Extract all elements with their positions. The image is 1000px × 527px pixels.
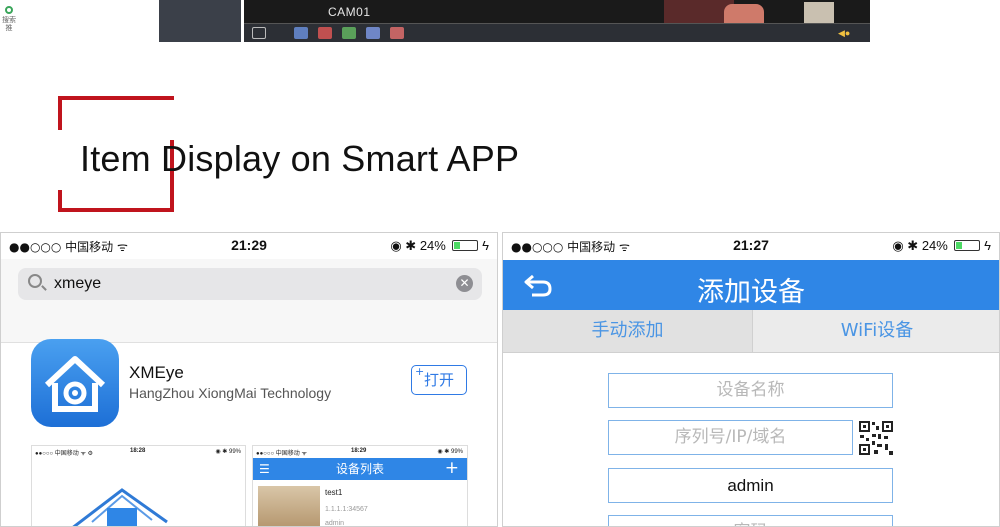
app-developer: HangZhou XiongMai Technology: [129, 385, 332, 401]
add-device-screenshot: ●●○○○ 中国移动 ᯤ 21:27 ◉ ✱ 24% ϟ 添加设备 手动添加 W…: [502, 232, 1000, 527]
open-app-button[interactable]: + 打开: [411, 365, 467, 395]
mini-battery: ◉ ✱ 99%: [437, 449, 463, 455]
mini-time: 18:29: [351, 448, 367, 454]
mini-widget-label: 搜索推: [2, 16, 16, 32]
tab-wifi-device[interactable]: WiFi设备: [752, 310, 999, 352]
serial-field[interactable]: 序列号/IP/域名: [608, 420, 853, 455]
device-list-header: ☰ 设备列表 +: [253, 458, 467, 480]
plus-icon: +: [415, 365, 425, 378]
snapshot-icon[interactable]: [318, 27, 332, 39]
password-field[interactable]: 密码: [608, 515, 893, 526]
mini-status-bar: ●●○○○ 中国移动 ᯤ 18:29 ◉ ✱ 99%: [253, 446, 467, 458]
bracket-gap: [140, 100, 180, 140]
device-thumbnail: [258, 486, 320, 526]
nav-bar: 添加设备: [503, 260, 999, 310]
app-result-row[interactable]: XMEye HangZhou XiongMai Technology + 打开: [1, 329, 497, 439]
mini-carrier: ●●○○○ 中国移动 ᯤ ⚙: [35, 451, 93, 457]
volume-icon[interactable]: ◀●: [838, 28, 854, 38]
username-field[interactable]: admin: [608, 468, 893, 503]
mini-search-widget[interactable]: 搜索推: [2, 6, 16, 32]
circle-icon: [5, 6, 13, 14]
device-name-field[interactable]: 设备名称: [608, 373, 893, 408]
playback-icon[interactable]: [342, 27, 356, 39]
mini-carrier: ●●○○○ 中国移动 ᯤ: [256, 451, 307, 457]
charging-icon: ϟ: [482, 238, 489, 253]
app-store-screenshot: ●●○○○ 中国移动 ᯤ 21:29 ◉ ✱ 24% ϟ xmeye ✕ XME…: [0, 232, 498, 527]
stop-icon[interactable]: [390, 27, 404, 39]
search-icon: [28, 274, 42, 288]
status-indicators: ◉ ✱ 24% ϟ: [390, 238, 489, 254]
dvr-video-view[interactable]: CAM01: [244, 0, 870, 23]
mini-status-bar: ●●○○○ 中国移动 ᯤ ⚙ 18:28 ◉ ✱ 99%: [32, 446, 245, 458]
device-ip: 1.1.1.1:34567: [325, 506, 368, 513]
mini-time: 18:28: [130, 448, 146, 454]
battery-percent: 24%: [921, 238, 948, 253]
bluetooth-icon: ✱: [405, 238, 417, 253]
lock-rotation-icon: ◉: [892, 238, 904, 253]
battery-percent: 24%: [419, 238, 446, 253]
lock-rotation-icon: ◉: [390, 238, 402, 253]
bluetooth-icon: ✱: [907, 238, 919, 253]
device-name: test1: [325, 488, 343, 497]
dvr-side-panel: [159, 0, 241, 42]
search-input[interactable]: xmeye ✕: [18, 268, 482, 300]
tab-bar: 手动添加 WiFi设备: [503, 310, 999, 352]
camera-label: CAM01: [328, 5, 371, 19]
search-query: xmeye: [54, 275, 102, 292]
open-label: 打开: [423, 371, 454, 389]
status-bar: ●●○○○ 中国移动 ᯤ 21:27 ◉ ✱ 24% ϟ: [503, 233, 999, 259]
section-title: Item Display on Smart APP: [80, 138, 520, 179]
battery-icon: [954, 240, 981, 251]
status-bar: ●●○○○ 中国移动 ᯤ 21:29 ◉ ✱ 24% ϟ: [1, 233, 497, 259]
battery-icon: [452, 240, 479, 251]
clear-icon[interactable]: ✕: [456, 275, 473, 292]
mini-battery: ◉ ✱ 99%: [215, 449, 241, 455]
app-name: XMEye: [129, 363, 184, 382]
menu-icon[interactable]: ☰: [259, 458, 270, 480]
record-icon[interactable]: [294, 27, 308, 39]
fullscreen-icon[interactable]: [252, 27, 266, 39]
video-scene: [724, 4, 764, 23]
tab-manual-add[interactable]: 手动添加: [503, 310, 752, 352]
divider: [503, 352, 999, 353]
device-user: admin: [325, 520, 345, 527]
house-logo-icon: [72, 488, 168, 526]
dvr-toolbar: ◀●: [244, 23, 870, 42]
qr-scan-icon[interactable]: [858, 420, 894, 456]
video-scene: [804, 2, 834, 23]
status-indicators: ◉ ✱ 24% ϟ: [892, 238, 991, 254]
preview-screenshot-1[interactable]: ●●○○○ 中国移动 ᯤ ⚙ 18:28 ◉ ✱ 99%: [31, 445, 246, 526]
device-list-title: 设备列表: [335, 462, 384, 476]
page-title: 添加设备: [697, 277, 805, 308]
charging-icon: ϟ: [984, 238, 991, 253]
preview-screenshot-2[interactable]: ●●○○○ 中国移动 ᯤ 18:29 ◉ ✱ 99% ☰ 设备列表 + test…: [252, 445, 468, 527]
add-icon[interactable]: +: [445, 457, 459, 479]
xmeye-app-icon[interactable]: [31, 339, 119, 427]
talk-icon[interactable]: [366, 27, 380, 39]
